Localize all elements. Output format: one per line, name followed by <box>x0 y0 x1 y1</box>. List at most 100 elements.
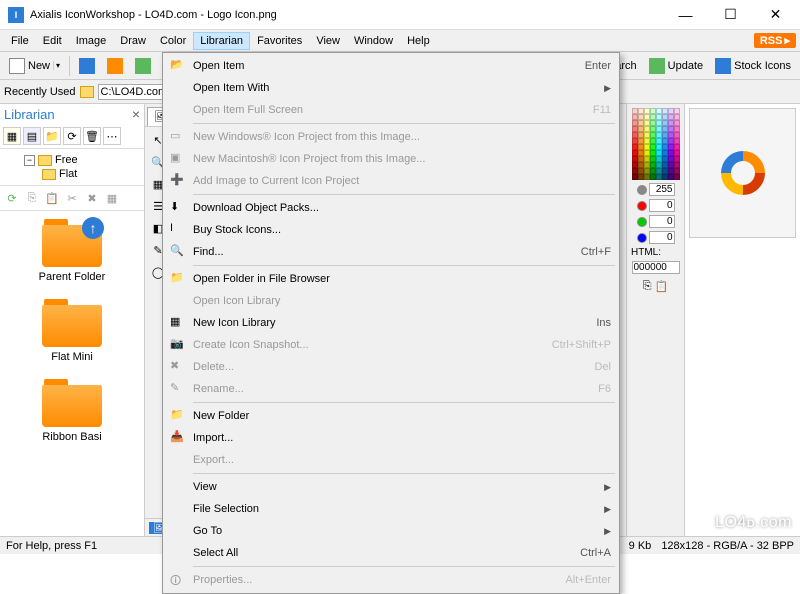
rename-icon: ✎ <box>170 381 186 397</box>
menu-item-file-selection[interactable]: File Selection▶ <box>165 498 617 520</box>
swatch[interactable] <box>674 174 680 180</box>
librarian-item[interactable]: ↑Parent Folder <box>0 211 144 291</box>
menu-item-go-to[interactable]: Go To▶ <box>165 520 617 542</box>
menu-item-new-icon-library[interactable]: ▦New Icon LibraryIns <box>165 312 617 334</box>
tree-node-flat[interactable]: Flat <box>6 167 138 181</box>
grid-icon-b[interactable] <box>102 55 128 77</box>
import-icon: 📥 <box>170 430 186 446</box>
new-button[interactable]: New▾ <box>4 55 65 77</box>
maximize-button[interactable]: ☐ <box>708 1 753 29</box>
blank-icon <box>170 293 186 309</box>
menu-item-new-folder[interactable]: 📁New Folder <box>165 405 617 427</box>
toolbar-separator <box>69 56 70 76</box>
menu-view[interactable]: View <box>309 32 347 50</box>
up-badge-icon: ↑ <box>82 217 104 239</box>
g-input[interactable] <box>649 215 675 228</box>
rss-badge[interactable]: RSS▸ <box>754 33 796 48</box>
green-dot-icon <box>637 217 647 227</box>
lib-grid-icon[interactable]: ▦ <box>103 189 121 207</box>
menu-item-label: Buy Stock Icons... <box>189 224 611 236</box>
menu-item-label: New Windows® Icon Project from this Imag… <box>189 131 611 143</box>
menu-item-label: Rename... <box>189 383 598 395</box>
lib-del-icon[interactable]: ✖ <box>83 189 101 207</box>
menu-item-find[interactable]: 🔍Find...Ctrl+F <box>165 241 617 263</box>
menu-accelerator: Alt+Enter <box>565 574 611 586</box>
menu-item-open-folder-in-file-browser[interactable]: 📁Open Folder in File Browser <box>165 268 617 290</box>
menu-item-view[interactable]: View▶ <box>165 476 617 498</box>
menu-file[interactable]: File <box>4 32 36 50</box>
stock-icons-button[interactable]: Stock Icons <box>710 55 796 77</box>
blank-icon <box>170 501 186 517</box>
menu-item-download-object-packs[interactable]: ⬇Download Object Packs... <box>165 197 617 219</box>
menu-edit[interactable]: Edit <box>36 32 69 50</box>
status-dims: 128x128 - RGB/A - 32 BPP <box>661 540 794 552</box>
menu-item-open-item-with[interactable]: Open Item With▶ <box>165 77 617 99</box>
html-color-input[interactable] <box>632 261 680 274</box>
menu-item-label: Create Icon Snapshot... <box>189 339 552 351</box>
submenu-arrow-icon: ▶ <box>598 526 611 537</box>
librarian-item[interactable]: Ribbon Basi <box>0 371 144 451</box>
copy-icon[interactable]: ⎘ <box>643 280 652 293</box>
update-button[interactable]: Update <box>644 55 708 77</box>
preview-box <box>689 108 796 238</box>
menu-item-buy-stock-icons[interactable]: IBuy Stock Icons... <box>165 219 617 241</box>
lib-sync[interactable]: ⟳ <box>63 127 81 145</box>
gray-dot-icon <box>637 185 647 195</box>
close-button[interactable]: ✕ <box>753 1 798 29</box>
menu-item-label: New Icon Library <box>189 317 596 329</box>
blank-icon <box>170 523 186 539</box>
menu-item-new-windows-icon-project-from-this-image: ▭New Windows® Icon Project from this Ima… <box>165 126 617 148</box>
menu-accelerator: Ctrl+A <box>580 547 611 559</box>
blank-icon <box>170 545 186 561</box>
lib-view-b[interactable]: ▤ <box>23 127 41 145</box>
paste-icon[interactable]: 📋 <box>655 280 669 293</box>
color-swatches[interactable] <box>632 108 680 180</box>
minimize-button[interactable]: — <box>663 1 708 29</box>
stock-icon: I <box>170 222 186 238</box>
menu-image[interactable]: Image <box>69 32 114 50</box>
panel-close-icon[interactable]: × <box>132 106 140 122</box>
lib-new-folder[interactable]: 📁 <box>43 127 61 145</box>
menu-accelerator: F11 <box>593 104 611 116</box>
lib-refresh-icon[interactable]: ⟳ <box>3 189 21 207</box>
lib-cut-icon[interactable]: ✂ <box>63 189 81 207</box>
menu-librarian[interactable]: Librarian <box>193 32 250 50</box>
recently-used-label: Recently Used <box>4 86 76 98</box>
grid-icon-c[interactable] <box>130 55 156 77</box>
menu-item-import[interactable]: 📥Import... <box>165 427 617 449</box>
librarian-item[interactable]: Flat Mini <box>0 291 144 371</box>
menu-color[interactable]: Color <box>153 32 193 50</box>
menu-item-export: Export... <box>165 449 617 471</box>
librarian-tree: −Free Flat <box>0 149 144 186</box>
download-icon: ⬇ <box>170 200 186 216</box>
lib-copy-icon[interactable]: ⎘ <box>23 189 41 207</box>
librarian-files-toolbar: ⟳ ⎘ 📋 ✂ ✖ ▦ <box>0 186 144 211</box>
menu-help[interactable]: Help <box>400 32 437 50</box>
lib-delete[interactable]: 🗑 <box>83 127 101 145</box>
b-input[interactable] <box>649 231 675 244</box>
lib-view-a[interactable]: ▦ <box>3 127 21 145</box>
blank-icon <box>170 80 186 96</box>
menu-item-new-macintosh-icon-project-from-this-image: ▣New Macintosh® Icon Project from this I… <box>165 148 617 170</box>
menu-item-open-item[interactable]: 📂Open ItemEnter <box>165 55 617 77</box>
menu-favorites[interactable]: Favorites <box>250 32 309 50</box>
chevron-down-icon[interactable]: ▾ <box>53 61 60 70</box>
submenu-arrow-icon: ▶ <box>598 83 611 94</box>
r-input[interactable] <box>649 183 675 196</box>
menu-separator <box>193 194 615 195</box>
menu-item-label: Open Item With <box>189 82 598 94</box>
menu-item-label: New Folder <box>189 410 611 422</box>
menu-accelerator: Ctrl+F <box>581 246 611 258</box>
menu-item-select-all[interactable]: Select AllCtrl+A <box>165 542 617 564</box>
grid-icon-a[interactable] <box>74 55 100 77</box>
lib-more[interactable]: ⋯ <box>103 127 121 145</box>
lib-new-icon: ▦ <box>170 315 186 331</box>
lib-paste-icon[interactable]: 📋 <box>43 189 61 207</box>
titlebar: I Axialis IconWorkshop - LO4D.com - Logo… <box>0 0 800 30</box>
menu-separator <box>193 473 615 474</box>
menu-item-open-icon-library: Open Icon Library <box>165 290 617 312</box>
menu-draw[interactable]: Draw <box>113 32 153 50</box>
tree-node-free[interactable]: −Free <box>6 153 138 167</box>
menu-window[interactable]: Window <box>347 32 400 50</box>
r-input2[interactable] <box>649 199 675 212</box>
